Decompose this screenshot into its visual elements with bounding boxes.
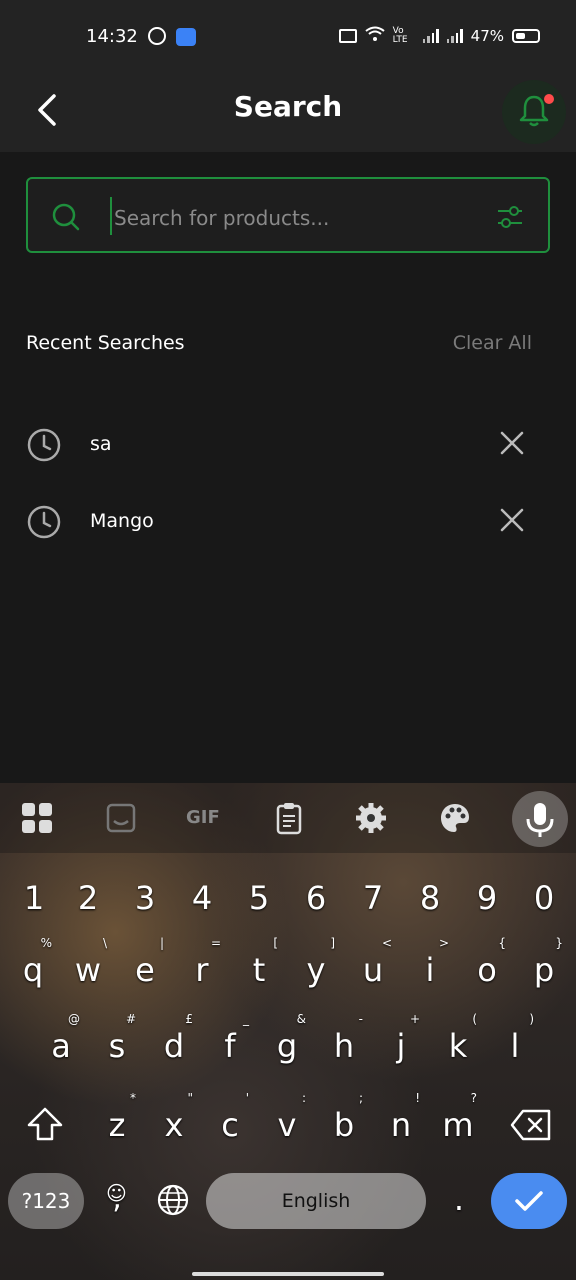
settings-gear-icon[interactable]: [354, 801, 388, 835]
onscreen-keyboard: GIF 1 2 3 4 5 6 7 8 9 0 q% w \ e | r = t[ y…: [0, 783, 576, 1280]
key-3[interactable]: 3: [120, 868, 170, 928]
gesture-nav-bar[interactable]: [192, 1272, 384, 1276]
search-box[interactable]: [26, 177, 550, 253]
remove-icon[interactable]: [498, 506, 526, 534]
key-o[interactable]: o{: [462, 936, 512, 1000]
clear-all-button[interactable]: Clear All: [453, 332, 532, 354]
key-z[interactable]: z *: [92, 1091, 142, 1155]
letter-row-3: z * x " c ' v: b; n! m?: [0, 1091, 576, 1155]
key-k[interactable]: k(: [433, 1012, 483, 1076]
signal-icon-1: [422, 29, 439, 43]
recent-search-item[interactable]: sa: [26, 415, 532, 475]
key-a[interactable]: a @: [36, 1012, 86, 1076]
key-n[interactable]: n!: [376, 1091, 426, 1155]
key-e[interactable]: e |: [120, 936, 170, 1000]
key-0[interactable]: 0: [519, 868, 569, 928]
shift-icon: [27, 1107, 63, 1141]
app-bar: Search: [0, 72, 576, 152]
key-b[interactable]: b;: [319, 1091, 369, 1155]
key-5[interactable]: 5: [234, 868, 284, 928]
recent-search-label: sa: [90, 433, 112, 455]
filter-icon[interactable]: [496, 203, 524, 231]
key-c[interactable]: c ': [205, 1091, 255, 1155]
key-8[interactable]: 8: [405, 868, 455, 928]
whatsapp-icon: [148, 27, 166, 45]
backspace-icon: [510, 1109, 551, 1141]
key-s[interactable]: s #: [92, 1012, 142, 1076]
status-icons: Vo LTE 47%: [338, 26, 540, 46]
voice-input-button[interactable]: [512, 791, 568, 847]
status-bar: 14:32 Vo LTE 47%: [0, 0, 576, 72]
key-d[interactable]: d £: [149, 1012, 199, 1076]
key-t[interactable]: t[: [234, 936, 284, 1000]
gif-button[interactable]: GIF: [186, 801, 220, 835]
notification-dot: [544, 94, 554, 104]
status-time: 14:32: [86, 26, 138, 47]
key-4[interactable]: 4: [177, 868, 227, 928]
recent-searches-header: Recent Searches Clear All: [26, 332, 532, 354]
key-x[interactable]: x ": [149, 1091, 199, 1155]
key-y[interactable]: y]: [291, 936, 341, 1000]
history-clock-icon: [27, 428, 61, 462]
key-v[interactable]: v:: [262, 1091, 312, 1155]
key-g[interactable]: g &: [262, 1012, 312, 1076]
backspace-key[interactable]: [506, 1095, 556, 1155]
key-m[interactable]: m?: [433, 1091, 483, 1155]
apps-grid-icon[interactable]: [20, 801, 54, 835]
key-q[interactable]: q%: [8, 936, 58, 1000]
remove-icon[interactable]: [498, 429, 526, 457]
letter-row-2: a @ s # d £ f _ g & h- j + k( l): [0, 1012, 576, 1076]
enter-key[interactable]: [491, 1173, 567, 1229]
key-u[interactable]: u <: [348, 936, 398, 1000]
android-icon: [176, 28, 196, 46]
clipboard-icon[interactable]: [272, 801, 306, 835]
sticker-icon[interactable]: [104, 801, 138, 835]
recent-search-item[interactable]: Mango: [26, 492, 532, 552]
volte-label: Vo LTE: [392, 26, 408, 45]
microphone-icon: [526, 803, 554, 837]
search-input[interactable]: [112, 197, 486, 239]
recent-search-label: Mango: [90, 510, 154, 532]
checkmark-icon: [515, 1191, 543, 1211]
battery-percent: 47%: [470, 27, 504, 45]
key-l[interactable]: l): [490, 1012, 540, 1076]
globe-icon[interactable]: [156, 1183, 190, 1217]
letter-row-1: q% w \ e | r = t[ y] u < i > o{ p}: [0, 936, 576, 1000]
comma-key[interactable]: , ☺: [92, 1169, 142, 1229]
emoji-icon: ☺: [106, 1181, 127, 1205]
signal-icon-2: [446, 29, 463, 43]
notifications-button[interactable]: [502, 80, 566, 144]
symbols-key[interactable]: ?123: [8, 1173, 84, 1229]
space-bar[interactable]: English: [206, 1173, 426, 1229]
search-icon: [52, 203, 80, 231]
shift-key[interactable]: [20, 1095, 70, 1155]
key-1[interactable]: 1: [9, 868, 59, 928]
recent-searches-title: Recent Searches: [26, 332, 185, 354]
key-h[interactable]: h-: [319, 1012, 369, 1076]
keyboard-toolbar: GIF: [0, 783, 576, 853]
key-9[interactable]: 9: [462, 868, 512, 928]
battery-icon: [512, 29, 540, 43]
key-r[interactable]: r =: [177, 936, 227, 1000]
period-key[interactable]: .: [434, 1169, 484, 1229]
key-j[interactable]: j +: [376, 1012, 426, 1076]
key-p[interactable]: p}: [519, 936, 569, 1000]
number-row: 1 2 3 4 5 6 7 8 9 0: [0, 868, 576, 928]
key-w[interactable]: w \: [63, 936, 113, 1000]
palette-icon[interactable]: [438, 801, 472, 835]
key-2[interactable]: 2: [63, 868, 113, 928]
page-title: Search: [233, 90, 343, 123]
cast-icon: [338, 29, 357, 43]
key-7[interactable]: 7: [348, 868, 398, 928]
key-f[interactable]: f _: [205, 1012, 255, 1076]
wifi-icon: [365, 26, 385, 46]
key-6[interactable]: 6: [291, 868, 341, 928]
history-clock-icon: [27, 505, 61, 539]
key-i[interactable]: i >: [405, 936, 455, 1000]
